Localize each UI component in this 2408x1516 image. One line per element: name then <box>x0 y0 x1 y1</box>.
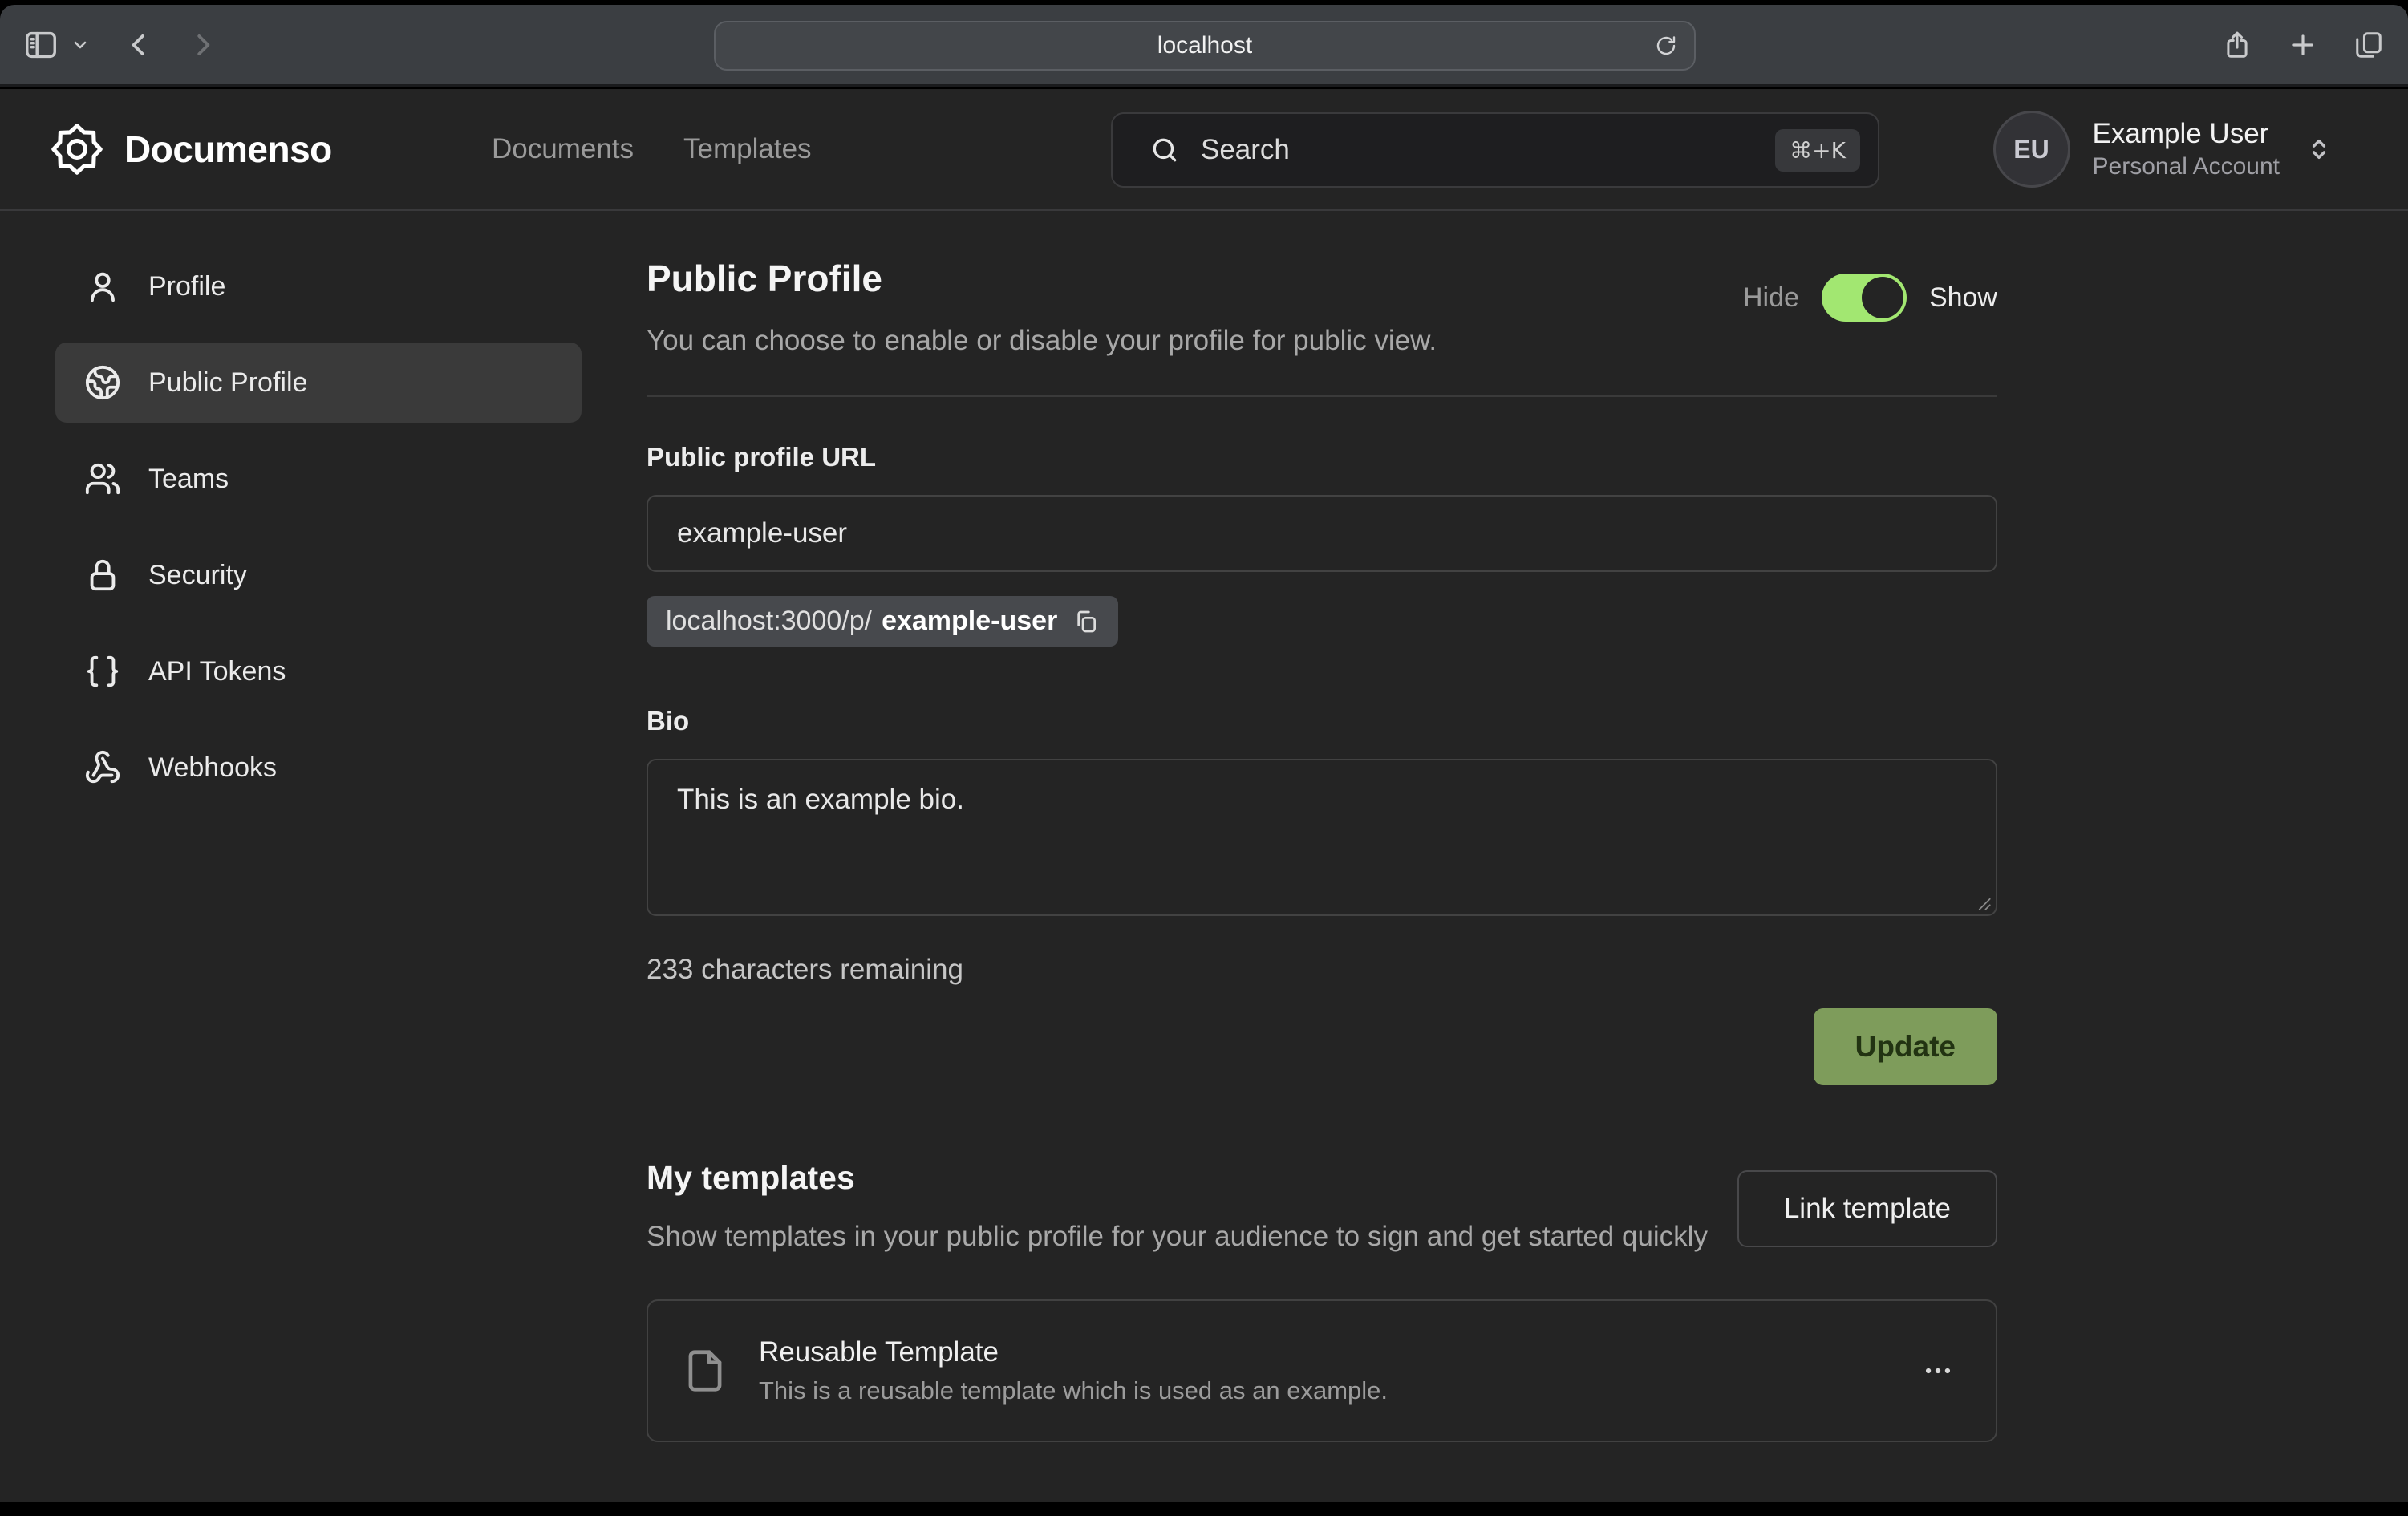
sidebar-panel-icon[interactable] <box>22 26 59 63</box>
search-bar[interactable]: Search ⌘+K <box>1111 112 1879 188</box>
profile-url-slug: example-user <box>882 606 1057 637</box>
my-templates-heading: My templates <box>647 1159 1708 1197</box>
sidebar-item-security[interactable]: Security <box>55 535 582 615</box>
user-account-type: Personal Account <box>2093 152 2280 182</box>
toggle-show-label: Show <box>1929 282 1997 314</box>
sidebar-item-teams[interactable]: Teams <box>55 439 582 519</box>
user-icon <box>84 268 121 305</box>
main-content: Public Profile You can choose to enable … <box>647 211 1997 1442</box>
file-icon <box>680 1346 730 1396</box>
bio-textarea[interactable]: This is an example bio. <box>647 759 1997 916</box>
users-icon <box>84 460 121 497</box>
user-menu[interactable]: EU Example User Personal Account <box>1993 89 2334 209</box>
my-templates-description: Show templates in your public profile fo… <box>647 1216 1708 1258</box>
template-title: Reusable Template <box>759 1336 1912 1368</box>
profile-visibility-toggle-row: Hide Show <box>1743 274 1997 322</box>
bio-field-label: Bio <box>647 706 1997 736</box>
my-templates-header: My templates Show templates in your publ… <box>647 1159 1997 1258</box>
address-url: localhost <box>1157 32 1252 59</box>
brand[interactable]: Documenso <box>51 89 332 209</box>
sidebar-item-webhooks[interactable]: Webhooks <box>55 728 582 808</box>
forward-icon[interactable] <box>188 30 218 60</box>
link-template-button[interactable]: Link template <box>1737 1170 1997 1247</box>
nav-templates[interactable]: Templates <box>683 133 812 165</box>
sidebar-item-api-tokens[interactable]: API Tokens <box>55 631 582 711</box>
new-tab-icon[interactable] <box>2288 30 2318 60</box>
sidebar-item-profile[interactable]: Profile <box>55 246 582 326</box>
switch-knob <box>1862 277 1903 318</box>
template-description: This is a reusable template which is use… <box>759 1376 1912 1405</box>
section-divider <box>647 395 1997 397</box>
sidebar-item-public-profile[interactable]: Public Profile <box>55 343 582 423</box>
search-shortcut-badge: ⌘+K <box>1775 129 1860 172</box>
ellipsis-menu-icon[interactable] <box>1912 1345 1964 1396</box>
tabs-overview-icon[interactable] <box>2353 30 2384 60</box>
chevrons-up-down-icon <box>2304 134 2334 164</box>
visibility-switch[interactable] <box>1822 274 1907 322</box>
app-header: Documenso Documents Templates Search ⌘+K… <box>0 89 2408 211</box>
toggle-hide-label: Hide <box>1743 282 1799 314</box>
address-bar[interactable]: localhost <box>714 21 1696 71</box>
screen: localhost <box>0 0 2408 1516</box>
nav-documents[interactable]: Documents <box>492 133 634 165</box>
share-icon[interactable] <box>2222 30 2252 60</box>
chevron-down-icon[interactable] <box>71 35 90 55</box>
brand-name: Documenso <box>124 128 332 171</box>
update-button[interactable]: Update <box>1814 1008 1997 1085</box>
reload-icon[interactable] <box>1654 34 1678 58</box>
profile-url-copy-badge[interactable]: localhost:3000/p/example-user <box>647 596 1118 647</box>
profile-url-prefix: localhost:3000/p/ <box>666 606 872 637</box>
main-nav: Documents Templates <box>492 89 812 209</box>
page-description: You can choose to enable or disable your… <box>647 323 1997 359</box>
avatar: EU <box>1993 111 2070 188</box>
documenso-logo-icon <box>51 123 103 176</box>
back-icon[interactable] <box>124 30 154 60</box>
braces-icon <box>84 653 121 690</box>
search-icon <box>1149 135 1180 165</box>
webhook-icon <box>84 749 121 786</box>
settings-sidebar: Profile Public Profile <box>55 246 582 824</box>
characters-remaining: 233 characters remaining <box>647 954 1997 986</box>
app-window: Documenso Documents Templates Search ⌘+K… <box>0 89 2408 1502</box>
search-placeholder: Search <box>1201 134 1775 166</box>
browser-toolbar: localhost <box>0 5 2408 87</box>
lock-icon <box>84 557 121 594</box>
copy-icon[interactable] <box>1073 609 1099 634</box>
resize-grip-icon[interactable] <box>1972 891 1992 912</box>
globe-icon <box>84 364 121 401</box>
user-name: Example User <box>2093 116 2280 152</box>
url-field-label: Public profile URL <box>647 442 1997 472</box>
template-list-item: Reusable Template This is a reusable tem… <box>647 1299 1997 1442</box>
public-profile-url-input[interactable] <box>647 495 1997 572</box>
